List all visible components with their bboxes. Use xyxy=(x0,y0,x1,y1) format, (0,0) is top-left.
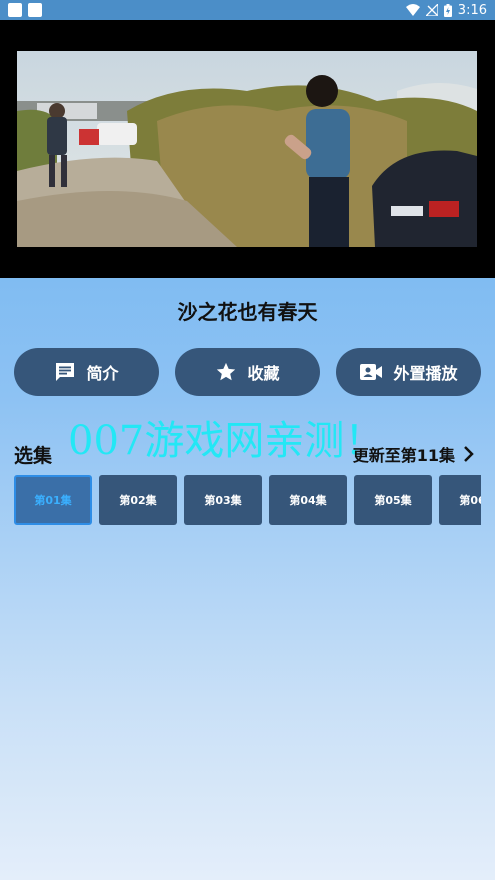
video-title: 沙之花也有春天 xyxy=(177,300,318,324)
wifi-icon xyxy=(405,4,420,16)
external-play-button[interactable]: 外置播放 xyxy=(336,348,481,396)
episode-item[interactable]: 第02集 xyxy=(99,475,177,525)
intro-button[interactable]: 简介 xyxy=(14,348,159,396)
intro-button-label: 简介 xyxy=(86,364,119,383)
video-frame[interactable] xyxy=(17,51,477,247)
episode-item[interactable]: 第01集 xyxy=(14,475,92,525)
episode-item[interactable]: 第05集 xyxy=(354,475,432,525)
episode-item[interactable]: 第06集 xyxy=(439,475,481,525)
status-bar: 3:16 xyxy=(0,0,495,20)
notification-icon xyxy=(28,3,42,17)
video-player[interactable] xyxy=(0,20,495,278)
notification-icon xyxy=(8,3,22,17)
external-play-button-label: 外置播放 xyxy=(393,364,458,383)
battery-charging-icon xyxy=(443,3,452,17)
episode-item[interactable]: 第04集 xyxy=(269,475,347,525)
episode-update-link[interactable]: 更新至第11集 xyxy=(353,442,475,466)
episodes-section-title: 选集 xyxy=(14,445,53,467)
episode-item[interactable]: 第03集 xyxy=(184,475,262,525)
video-camera-icon xyxy=(360,364,383,380)
status-time: 3:16 xyxy=(457,2,487,18)
no-signal-icon xyxy=(425,4,438,16)
chat-icon xyxy=(56,363,75,381)
episode-update-text: 更新至第11集 xyxy=(352,446,455,465)
episode-list[interactable]: 第01集 第02集 第03集 第04集 第05集 第06集 xyxy=(14,475,481,527)
chevron-right-icon xyxy=(464,446,474,462)
favorite-button[interactable]: 收藏 xyxy=(175,348,320,396)
star-icon xyxy=(217,362,236,381)
favorite-button-label: 收藏 xyxy=(247,364,280,383)
